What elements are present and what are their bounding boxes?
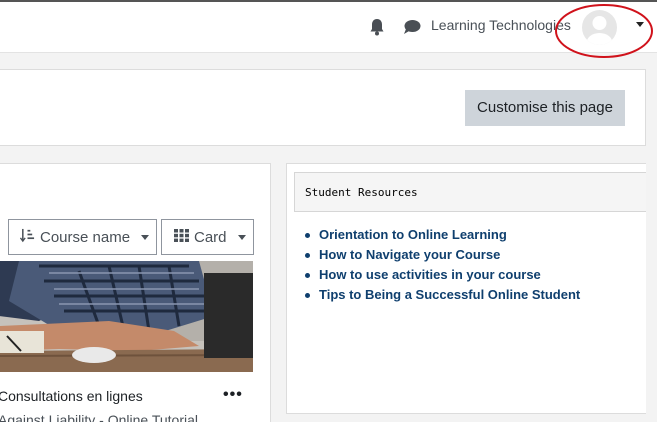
resource-link[interactable]: How to use activities in your course <box>303 265 580 285</box>
view-dropdown[interactable]: Card <box>161 219 254 255</box>
customise-page-button[interactable]: Customise this page <box>465 90 625 126</box>
bell-icon[interactable] <box>369 18 385 36</box>
more-options-icon[interactable]: ••• <box>223 386 243 404</box>
view-label: Card <box>194 228 227 246</box>
grid-icon <box>174 228 189 246</box>
course-title[interactable]: Consultations en lignes <box>0 388 143 404</box>
chevron-down-icon <box>237 234 246 240</box>
resource-link[interactable]: How to Navigate your Course <box>303 245 580 265</box>
resources-list: Orientation to Online Learning How to Na… <box>303 225 580 305</box>
annotation-highlight-ring <box>555 4 653 58</box>
sort-dropdown[interactable]: Course name <box>8 219 157 255</box>
course-subtitle: Against Liability - Online Tutorial <box>0 412 198 422</box>
sort-label: Course name <box>40 228 131 246</box>
resource-link[interactable]: Orientation to Online Learning <box>303 225 580 245</box>
chevron-down-icon <box>141 234 150 240</box>
resources-title: Student Resources <box>294 172 657 212</box>
chat-icon[interactable] <box>403 19 421 35</box>
resource-link[interactable]: Tips to Being a Successful Online Studen… <box>303 285 580 305</box>
sort-icon <box>19 228 35 247</box>
page-scrollbar[interactable] <box>646 53 657 422</box>
user-menu-name[interactable]: Learning Technologies <box>431 17 571 33</box>
course-image[interactable] <box>0 261 253 372</box>
